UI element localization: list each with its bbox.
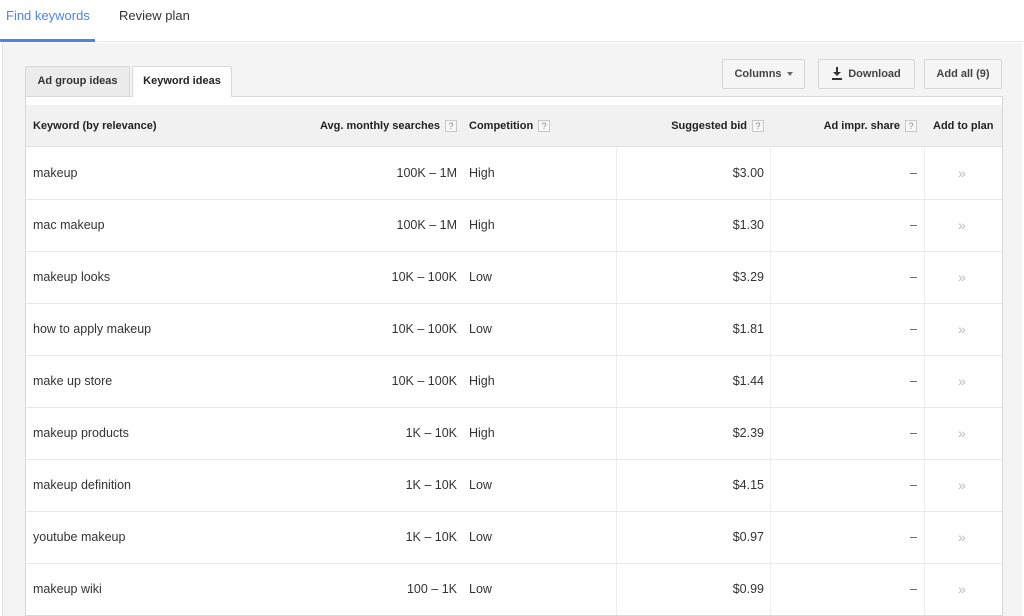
competition-cell: Low <box>469 530 492 544</box>
competition-cell: Low <box>469 582 492 596</box>
keyword-cell[interactable]: how to apply makeup <box>33 304 151 355</box>
top-navigation: Find keywords Review plan <box>0 0 1024 42</box>
avg-monthly-searches-cell: 1K – 10K <box>405 478 457 492</box>
ad-impr-share-cell: – <box>910 322 917 336</box>
help-icon[interactable]: ? <box>752 120 764 133</box>
competition-cell: Low <box>469 322 492 336</box>
ad-impr-share-cell: – <box>910 218 917 232</box>
add-to-plan-icon[interactable]: » <box>958 512 966 563</box>
competition-cell: Low <box>469 478 492 492</box>
keyword-cell[interactable]: mac makeup <box>33 200 105 251</box>
add-all-button-label: Add all (9) <box>936 68 990 80</box>
ad-impr-share-cell: – <box>910 582 917 596</box>
avg-monthly-searches-cell: 100 – 1K <box>406 582 457 596</box>
caret-down-icon <box>786 72 793 77</box>
header-add-to-plan: Add to plan <box>933 105 994 147</box>
download-button[interactable]: Download <box>818 59 915 89</box>
header-competition[interactable]: Competition? <box>469 105 551 147</box>
tab-find-keywords[interactable]: Find keywords <box>0 0 95 42</box>
header-avg-monthly-label: Avg. monthly searches <box>319 120 440 132</box>
subtab-ad-group-ideas[interactable]: Ad group ideas <box>25 66 130 96</box>
header-ad-impr-share[interactable]: Ad impr. share? <box>824 105 917 147</box>
keyword-cell[interactable]: makeup looks <box>33 252 110 303</box>
help-icon[interactable]: ? <box>445 120 457 133</box>
header-avg-monthly-searches[interactable]: Avg. monthly searches? <box>320 105 457 147</box>
ad-impr-share-cell: – <box>910 270 917 284</box>
table-row: make up store 10K – 100K High $1.44 – » <box>26 356 1002 408</box>
ad-impr-share-cell: – <box>910 166 917 180</box>
keyword-cell[interactable]: makeup wiki <box>33 564 102 615</box>
header-suggested-bid[interactable]: Suggested bid? <box>671 105 764 147</box>
keyword-planner-panel: Ad group ideas Keyword ideas Columns Dow… <box>2 43 1022 616</box>
add-to-plan-icon[interactable]: » <box>958 200 966 251</box>
table-header: Keyword (by relevance) Avg. monthly sear… <box>26 105 1002 147</box>
suggested-bid-cell: $0.97 <box>732 530 764 544</box>
avg-monthly-searches-cell: 100K – 1M <box>396 218 457 232</box>
suggested-bid-cell: $3.29 <box>732 270 764 284</box>
suggested-bid-cell: $1.44 <box>732 374 764 388</box>
suggested-bid-cell: $0.99 <box>732 582 764 596</box>
avg-monthly-searches-cell: 10K – 100K <box>391 270 457 284</box>
help-icon[interactable]: ? <box>538 120 551 133</box>
add-to-plan-icon[interactable]: » <box>958 148 966 199</box>
suggested-bid-cell: $1.30 <box>732 218 764 232</box>
add-to-plan-icon[interactable]: » <box>958 252 966 303</box>
table-row: how to apply makeup 10K – 100K Low $1.81 – » <box>26 304 1002 356</box>
keyword-cell[interactable]: makeup definition <box>33 460 131 511</box>
header-competition-label: Competition <box>469 120 534 132</box>
keyword-cell[interactable]: makeup <box>33 148 77 199</box>
table-row: makeup looks 10K – 100K Low $3.29 – » <box>26 252 1002 304</box>
avg-monthly-searches-cell: 100K – 1M <box>396 166 457 180</box>
avg-monthly-searches-cell: 10K – 100K <box>391 322 457 336</box>
competition-cell: Low <box>469 270 492 284</box>
suggested-bid-cell: $2.39 <box>732 426 764 440</box>
avg-monthly-searches-cell: 1K – 10K <box>405 426 457 440</box>
header-keyword[interactable]: Keyword (by relevance) <box>33 105 157 147</box>
suggested-bid-cell: $3.00 <box>732 166 764 180</box>
tab-review-plan[interactable]: Review plan <box>119 0 190 42</box>
table-row: makeup wiki 100 – 1K Low $0.99 – » <box>26 564 1002 615</box>
add-to-plan-icon[interactable]: » <box>958 304 966 355</box>
help-icon[interactable]: ? <box>905 120 917 133</box>
add-to-plan-icon[interactable]: » <box>958 408 966 459</box>
avg-monthly-searches-cell: 10K – 100K <box>391 374 457 388</box>
ad-impr-share-cell: – <box>910 530 917 544</box>
add-to-plan-icon[interactable]: » <box>958 564 966 615</box>
competition-cell: High <box>469 218 495 232</box>
suggested-bid-cell: $4.15 <box>732 478 764 492</box>
ad-impr-share-cell: – <box>910 374 917 388</box>
ad-impr-share-cell: – <box>910 426 917 440</box>
keyword-cell[interactable]: make up store <box>33 356 112 407</box>
suggested-bid-cell: $1.81 <box>732 322 764 336</box>
subtab-keyword-ideas[interactable]: Keyword ideas <box>132 66 232 97</box>
download-button-label: Download <box>848 68 901 80</box>
table-row: makeup products 1K – 10K High $2.39 – » <box>26 408 1002 460</box>
header-add-to-plan-label: Add to plan <box>933 120 994 132</box>
table-row: mac makeup 100K – 1M High $1.30 – » <box>26 200 1002 252</box>
table-row: makeup definition 1K – 10K Low $4.15 – » <box>26 460 1002 512</box>
competition-cell: High <box>469 374 495 388</box>
table-row: makeup 100K – 1M High $3.00 – » <box>26 148 1002 200</box>
competition-cell: High <box>469 426 495 440</box>
add-to-plan-icon[interactable]: » <box>958 460 966 511</box>
columns-button[interactable]: Columns <box>722 59 805 89</box>
table-row: youtube makeup 1K – 10K Low $0.97 – » <box>26 512 1002 564</box>
header-keyword-label: Keyword (by relevance) <box>33 120 157 132</box>
keyword-ideas-table: Keyword (by relevance) Avg. monthly sear… <box>25 96 1003 616</box>
header-ad-impr-share-label: Ad impr. share <box>823 120 900 132</box>
add-all-button[interactable]: Add all (9) <box>924 59 1002 89</box>
ad-impr-share-cell: – <box>910 478 917 492</box>
header-suggested-bid-label: Suggested bid <box>671 120 747 132</box>
columns-button-label: Columns <box>734 68 782 80</box>
add-to-plan-icon[interactable]: » <box>958 356 966 407</box>
keyword-cell[interactable]: makeup products <box>33 408 129 459</box>
avg-monthly-searches-cell: 1K – 10K <box>405 530 457 544</box>
competition-cell: High <box>469 166 495 180</box>
download-icon <box>832 67 843 80</box>
keyword-cell[interactable]: youtube makeup <box>33 512 125 563</box>
